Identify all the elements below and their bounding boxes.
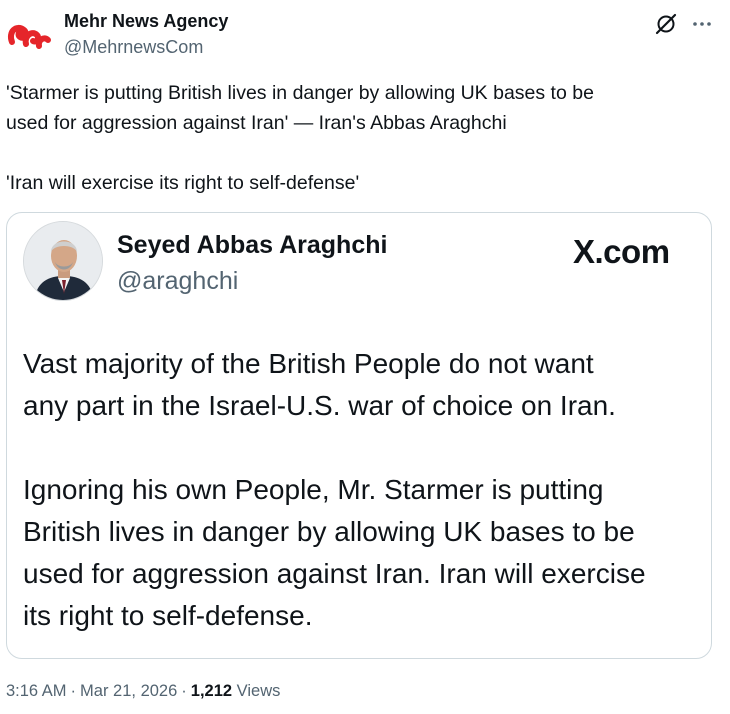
author-handle[interactable]: @MehrnewsCom	[64, 37, 203, 58]
more-icon[interactable]	[690, 12, 714, 36]
quoted-author-handle[interactable]: @araghchi	[117, 267, 238, 296]
quoted-line: Ignoring his own People, Mr. Starmer is …	[23, 474, 604, 505]
quoted-author-name[interactable]: Seyed Abbas Araghchi	[117, 231, 387, 260]
quoted-post-card[interactable]: Seyed Abbas Araghchi @araghchi X.com Vas…	[6, 212, 712, 659]
author-name[interactable]: Mehr News Agency	[64, 11, 228, 32]
quoted-line: any part in the Israel-U.S. war of choic…	[23, 390, 616, 421]
mehr-logo-icon[interactable]	[6, 18, 52, 52]
quoted-post-body: Vast majority of the British People do n…	[23, 343, 703, 637]
tweet-header: Mehr News Agency @MehrnewsCom	[0, 0, 730, 64]
grok-icon[interactable]	[654, 12, 678, 36]
quoted-line: British lives in danger by allowing UK b…	[23, 516, 635, 547]
views-count: 1,212	[190, 682, 233, 700]
avatar[interactable]	[23, 221, 103, 301]
quoted-line: its right to self-defense.	[23, 600, 313, 631]
post-metadata: 3:16 AM · Mar 21, 2026 · 1,212 Views	[6, 682, 281, 700]
quoted-line: Vast majority of the British People do n…	[23, 348, 594, 379]
views-label: Views	[236, 682, 281, 700]
source-label: X.com	[573, 233, 670, 270]
post-date[interactable]: Mar 21, 2026	[80, 682, 177, 700]
tweet-line: used for aggression against Iran' — Iran…	[6, 112, 507, 134]
tweet-text: 'Starmer is putting British lives in dan…	[6, 78, 706, 198]
quoted-line: used for aggression against Iran. Iran w…	[23, 558, 646, 589]
tweet-line: 'Iran will exercise its right to self-de…	[6, 172, 360, 194]
post-time[interactable]: 3:16 AM	[6, 682, 67, 700]
tweet-line: 'Starmer is putting British lives in dan…	[6, 82, 594, 104]
